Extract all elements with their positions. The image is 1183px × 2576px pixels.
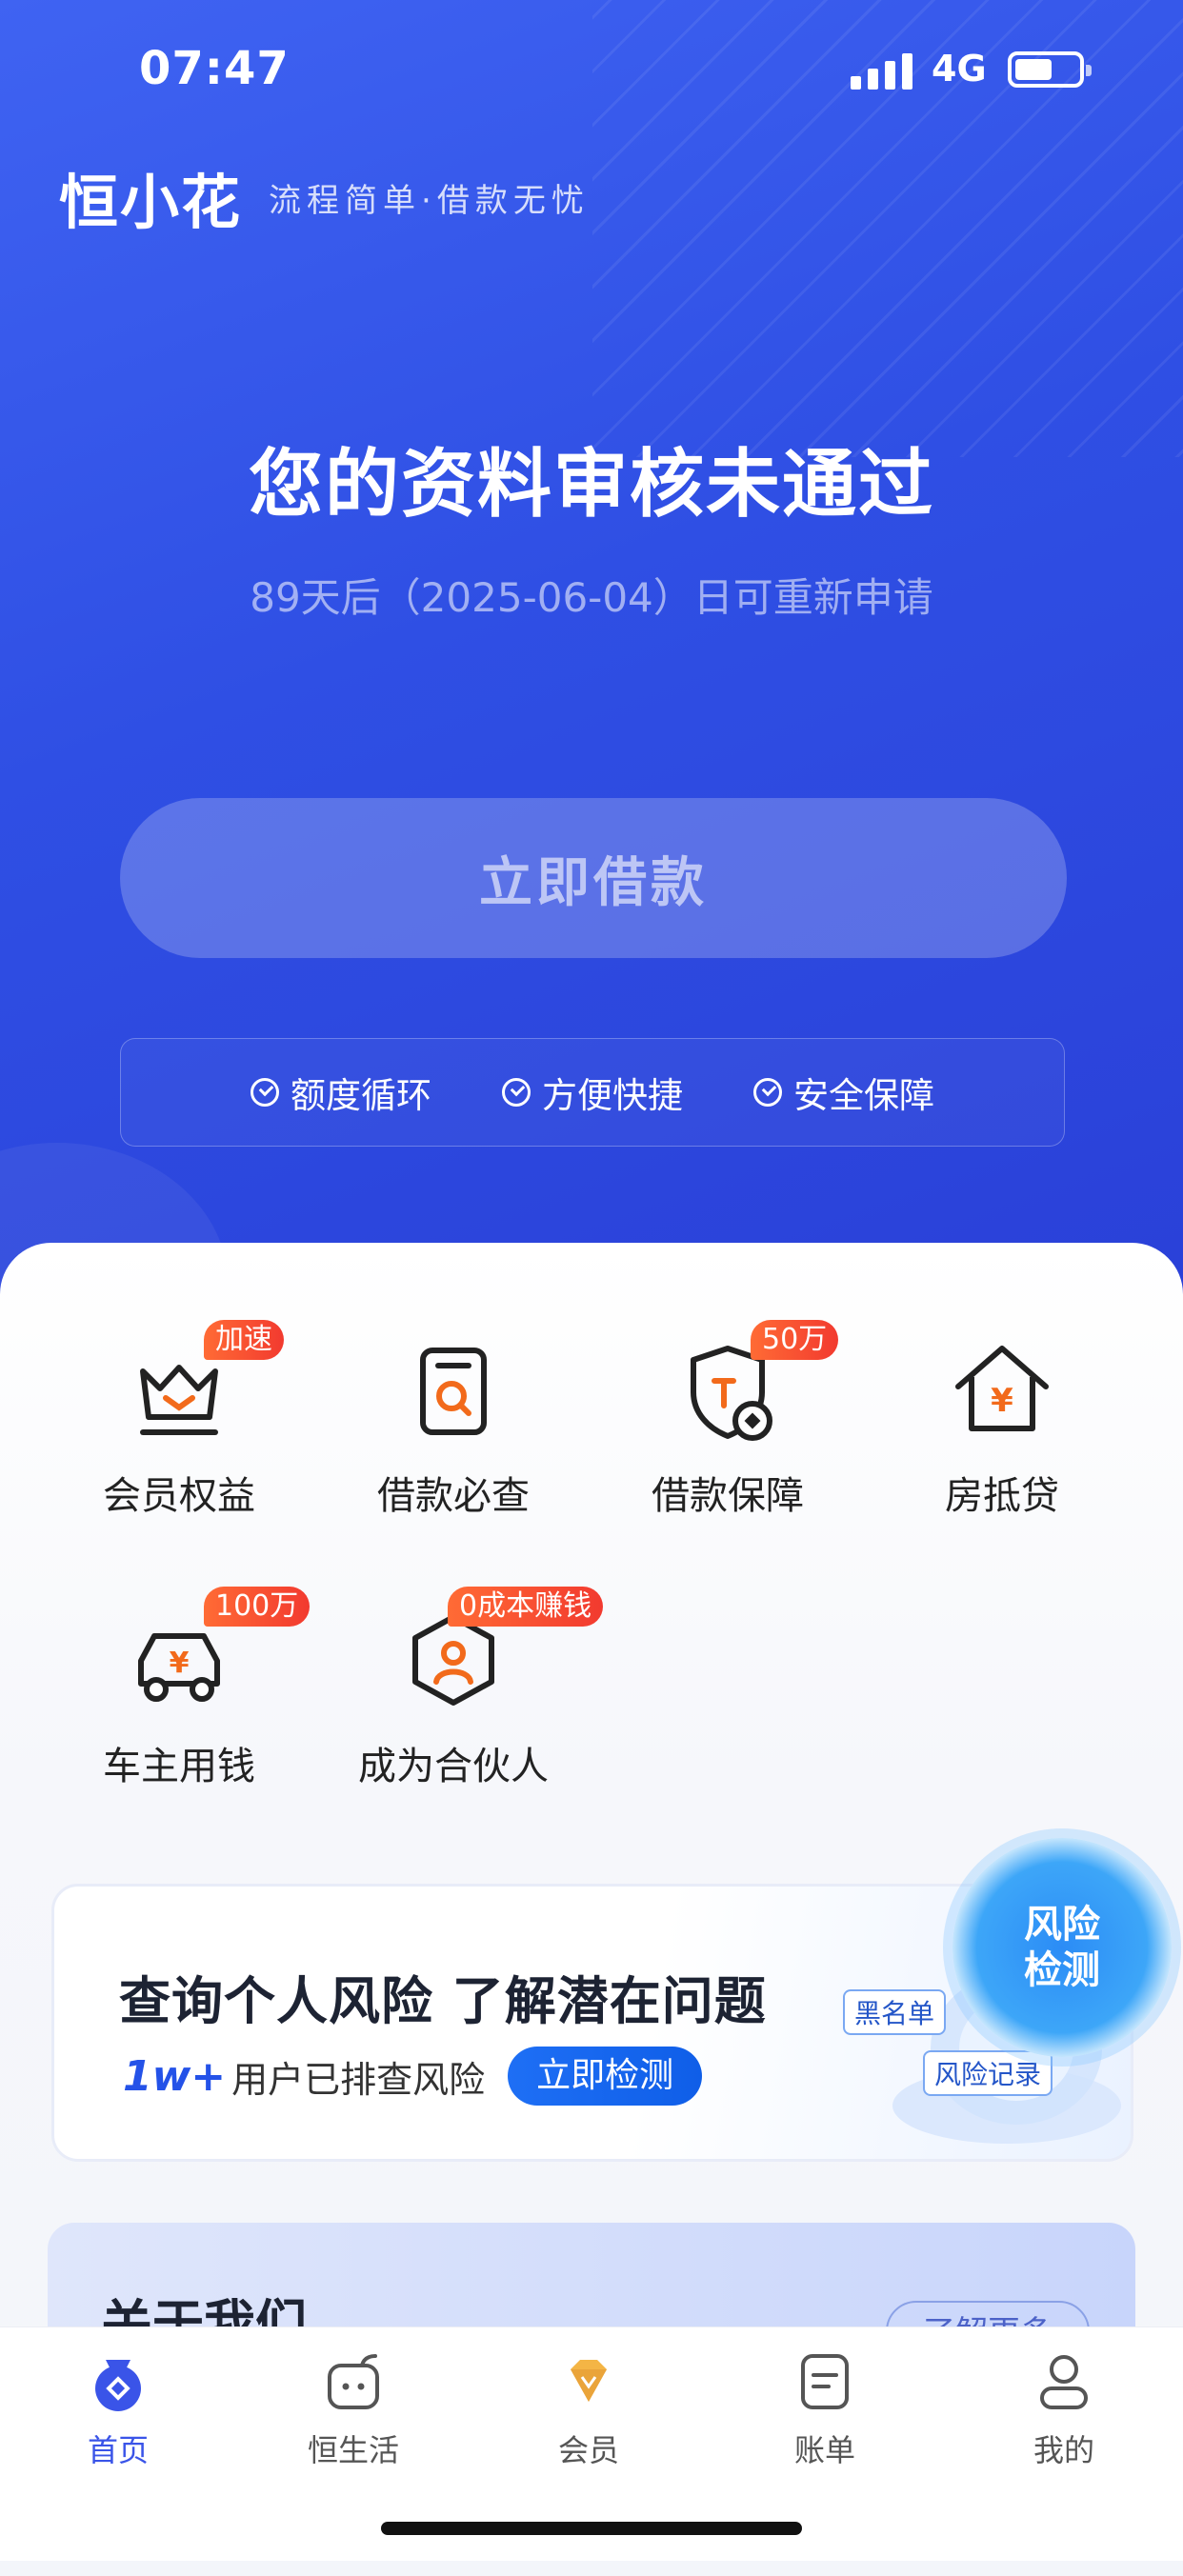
- shield-icon: 50万: [671, 1320, 839, 1448]
- service-mortgage-loan[interactable]: ¥ 房抵贷: [878, 1333, 1126, 1520]
- tab-home[interactable]: 首页: [42, 2348, 194, 2470]
- feature-item: 额度循环: [251, 1067, 431, 1118]
- badge-amount: 50万: [751, 1320, 839, 1360]
- tab-label: 会员: [557, 2432, 619, 2468]
- tag-blacklist: 黑名单: [843, 1989, 947, 2035]
- tab-label: 恒生活: [307, 2432, 399, 2468]
- check-circle-icon: [502, 1078, 531, 1107]
- check-circle-icon: [753, 1078, 782, 1107]
- page-title: 您的资料审核未通过: [248, 442, 934, 528]
- service-label: 借款必查: [377, 1474, 530, 1518]
- service-label: 车主用钱: [103, 1745, 255, 1788]
- brand-header: 恒小花 流程简单·借款无忧: [59, 154, 590, 240]
- tab-member[interactable]: 会员: [512, 2348, 665, 2470]
- tab-label: 账单: [793, 2432, 855, 2468]
- borrow-button[interactable]: 立即借款: [120, 798, 1067, 958]
- service-become-partner[interactable]: 0成本赚钱 成为合伙人: [330, 1587, 604, 1790]
- tab-label: 首页: [87, 2432, 149, 2468]
- signal-icon: [851, 51, 912, 90]
- svg-text:¥: ¥: [991, 1382, 1013, 1420]
- service-loan-protection[interactable]: 50万 借款保障: [604, 1320, 852, 1520]
- badge-zero-cost: 0成本赚钱: [448, 1587, 604, 1627]
- risk-card-title: 查询个人风险 了解潜在问题: [119, 1971, 767, 2031]
- risk-count: 1w+: [123, 2051, 227, 2101]
- battery-icon: [1008, 51, 1092, 88]
- diamond-icon: [555, 2348, 622, 2415]
- risk-detect-bubble[interactable]: 风险 检测: [952, 1838, 1172, 2057]
- badge-amount: 100万: [204, 1587, 311, 1627]
- life-icon: [320, 2348, 387, 2415]
- tab-label: 我的: [1033, 2432, 1094, 2468]
- app-logo: 恒小花: [59, 168, 243, 237]
- status-time: 07:47: [139, 42, 290, 95]
- detect-now-button[interactable]: 立即检测: [508, 2047, 703, 2106]
- network-type: 4G: [932, 48, 987, 90]
- house-yen-icon: ¥: [945, 1333, 1059, 1448]
- service-label: 成为合伙人: [358, 1745, 549, 1788]
- crown-icon: 加速: [122, 1320, 284, 1448]
- bubble-line-2: 检测: [1024, 1948, 1100, 1992]
- feature-strip: 额度循环 方便快捷 安全保障: [120, 1038, 1065, 1147]
- badge-speedup: 加速: [204, 1320, 284, 1360]
- svg-text:¥: ¥: [170, 1647, 190, 1680]
- tab-life[interactable]: 恒生活: [277, 2348, 430, 2470]
- service-label: 借款保障: [652, 1474, 804, 1518]
- risk-stat: 1w+ 用户已排查风险 立即检测: [123, 2047, 703, 2106]
- service-member-benefits[interactable]: 加速 会员权益: [55, 1320, 303, 1520]
- feature-item: 安全保障: [753, 1067, 934, 1118]
- service-label: 会员权益: [103, 1474, 255, 1518]
- status-bar: 07:47 4G: [0, 42, 1183, 99]
- partner-icon: 0成本赚钱: [396, 1587, 604, 1718]
- service-car-owner-loan[interactable]: ¥ 100万 车主用钱: [55, 1587, 311, 1790]
- profile-icon: [1031, 2348, 1097, 2415]
- tab-profile[interactable]: 我的: [988, 2348, 1140, 2470]
- risk-count-suffix: 用户已排查风险: [231, 2058, 486, 2101]
- document-search-icon: [396, 1333, 511, 1448]
- feature-label: 安全保障: [793, 1075, 934, 1116]
- app-slogan: 流程简单·借款无忧: [269, 181, 590, 220]
- tab-bill[interactable]: 账单: [749, 2348, 901, 2470]
- feature-label: 额度循环: [291, 1075, 431, 1116]
- service-loan-check[interactable]: 借款必查: [330, 1333, 577, 1520]
- car-yen-icon: ¥ 100万: [122, 1587, 311, 1718]
- check-circle-icon: [251, 1078, 279, 1107]
- bill-icon: [792, 2348, 858, 2415]
- service-label: 房抵贷: [945, 1474, 1059, 1518]
- feature-label: 方便快捷: [542, 1075, 683, 1116]
- tag-risk-record: 风险记录: [923, 2050, 1053, 2096]
- home-indicator[interactable]: [381, 2522, 802, 2535]
- feature-item: 方便快捷: [502, 1067, 683, 1118]
- reapply-notice: 89天后（2025-06-04）日可重新申请: [250, 574, 933, 621]
- home-icon: [85, 2348, 151, 2415]
- bubble-line-1: 风险: [1024, 1903, 1100, 1947]
